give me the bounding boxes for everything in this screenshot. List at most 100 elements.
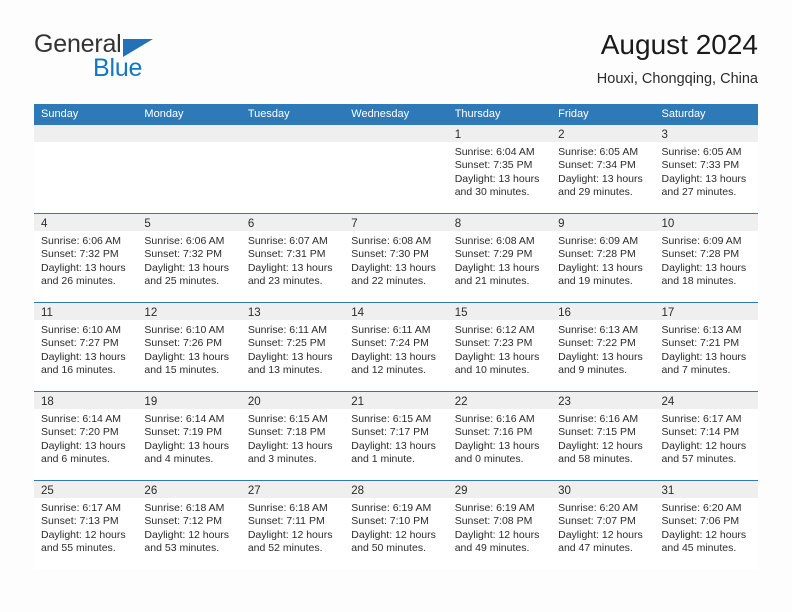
day-detail-line: Sunrise: 6:10 AM	[144, 324, 225, 336]
day-number-band	[34, 125, 138, 142]
day-cell[interactable]: 12 Sunrise: 6:10 AM Sunset: 7:26 PM Dayligh…	[137, 303, 241, 391]
day-cell[interactable]: 16 Sunrise: 6:13 AM Sunset: 7:22 PM Dayligh…	[551, 303, 655, 391]
day-detail-line: Sunset: 7:29 PM	[454, 248, 533, 261]
day-cell[interactable]: 31 Sunrise: 6:20 AM Sunset: 7:06 PM Dayligh…	[654, 481, 758, 569]
day-cell[interactable]: 5 Sunrise: 6:06 AM Sunset: 7:32 PM Daylight…	[137, 214, 241, 302]
day-cell[interactable]: 22 Sunrise: 6:16 AM Sunset: 7:16 PM Dayligh…	[447, 392, 552, 480]
day-details: Sunrise: 6:06 AM Sunset: 7:32 PM Daylight:…	[137, 231, 240, 289]
day-cell[interactable]: 13 Sunrise: 6:11 AM Sunset: 7:25 PM Dayligh…	[240, 303, 345, 391]
day-cell[interactable]: 6 Sunrise: 6:07 AM Sunset: 7:31 PM Daylight…	[240, 214, 345, 302]
day-cell[interactable]: 23 Sunrise: 6:16 AM Sunset: 7:15 PM Dayligh…	[551, 392, 655, 480]
page-title: August 2024	[600, 29, 758, 60]
day-detail-line: and 22 minutes.	[351, 275, 426, 288]
day-detail-line: Sunset: 7:31 PM	[247, 248, 326, 261]
day-number: 15	[454, 307, 468, 319]
day-detail-line: Sunrise: 6:15 AM	[247, 413, 328, 425]
logo-text-blue: Blue	[93, 54, 143, 82]
general-blue-logo[interactable]: General Blue	[34, 28, 254, 88]
day-number-band: 17	[654, 303, 758, 320]
day-cell[interactable]: 20 Sunrise: 6:15 AM Sunset: 7:18 PM Dayligh…	[240, 392, 345, 480]
day-detail-line: Daylight: 13 hours	[454, 439, 540, 452]
weekday-header-thursday: Thursday	[454, 108, 501, 120]
day-cell[interactable]: 21 Sunrise: 6:15 AM Sunset: 7:17 PM Dayligh…	[344, 392, 448, 480]
day-details: Sunrise: 6:11 AM Sunset: 7:24 PM Daylight:…	[344, 320, 447, 378]
day-details: Sunrise: 6:09 AM Sunset: 7:28 PM Daylight:…	[551, 231, 654, 289]
day-detail-line: and 12 minutes.	[351, 364, 426, 377]
day-number: 10	[661, 218, 675, 230]
day-cell[interactable]: 8 Sunrise: 6:08 AM Sunset: 7:29 PM Daylight…	[447, 214, 552, 302]
day-cell[interactable]: 1 Sunrise: 6:04 AM Sunset: 7:35 PM Daylight…	[447, 125, 552, 213]
day-detail-line: Daylight: 13 hours	[454, 350, 540, 363]
day-number: 16	[558, 307, 571, 319]
day-cell[interactable]: 2 Sunrise: 6:05 AM Sunset: 7:34 PM Daylight…	[551, 125, 655, 213]
day-cell[interactable]: 26 Sunrise: 6:18 AM Sunset: 7:12 PM Dayligh…	[137, 481, 241, 569]
day-detail-line: Daylight: 13 hours	[247, 439, 333, 452]
day-number-band: 24	[654, 392, 758, 409]
day-cell[interactable]: 24 Sunrise: 6:17 AM Sunset: 7:14 PM Dayligh…	[654, 392, 758, 480]
day-details: Sunrise: 6:04 AM Sunset: 7:35 PM Daylight:…	[448, 142, 551, 200]
day-details: Sunrise: 6:20 AM Sunset: 7:06 PM Daylight:…	[655, 498, 758, 556]
day-cell-empty	[240, 125, 345, 213]
day-detail-line: and 25 minutes.	[144, 275, 220, 288]
day-cell[interactable]: 19 Sunrise: 6:14 AM Sunset: 7:19 PM Dayligh…	[137, 392, 241, 480]
day-detail-line: Sunrise: 6:12 AM	[454, 324, 535, 336]
day-number-band: 30	[551, 481, 655, 498]
day-cell[interactable]: 7 Sunrise: 6:08 AM Sunset: 7:30 PM Daylight…	[344, 214, 448, 302]
day-detail-line: Sunrise: 6:08 AM	[351, 235, 432, 247]
day-detail-line: Daylight: 13 hours	[247, 350, 333, 363]
day-details: Sunrise: 6:08 AM Sunset: 7:29 PM Daylight:…	[448, 231, 551, 289]
day-details: Sunrise: 6:17 AM Sunset: 7:14 PM Daylight:…	[655, 409, 758, 467]
day-cell[interactable]: 29 Sunrise: 6:19 AM Sunset: 7:08 PM Dayligh…	[447, 481, 552, 569]
day-detail-line: Sunrise: 6:18 AM	[144, 502, 225, 514]
day-detail-line: and 4 minutes.	[144, 453, 214, 466]
day-cell[interactable]: 15 Sunrise: 6:12 AM Sunset: 7:23 PM Dayligh…	[447, 303, 552, 391]
day-number: 18	[41, 396, 54, 408]
day-detail-line: Daylight: 12 hours	[144, 528, 230, 541]
day-cell[interactable]: 17 Sunrise: 6:13 AM Sunset: 7:21 PM Dayligh…	[654, 303, 758, 391]
day-detail-line: Daylight: 13 hours	[661, 172, 747, 185]
day-cell-empty	[344, 125, 448, 213]
day-cell[interactable]: 28 Sunrise: 6:19 AM Sunset: 7:10 PM Dayligh…	[344, 481, 448, 569]
day-detail-line: Daylight: 13 hours	[558, 172, 643, 185]
day-detail-line: Sunrise: 6:09 AM	[661, 235, 742, 247]
day-number: 3	[661, 129, 668, 141]
day-detail-line: Sunrise: 6:06 AM	[41, 235, 121, 247]
day-detail-line: Sunset: 7:15 PM	[558, 426, 636, 439]
day-number: 12	[144, 307, 158, 319]
day-number-band: 20	[240, 392, 345, 409]
week-row: 4 Sunrise: 6:06 AM Sunset: 7:32 PM Daylight…	[34, 213, 758, 302]
day-number-band: 13	[240, 303, 345, 320]
day-detail-line: Sunset: 7:24 PM	[351, 337, 429, 350]
day-detail-line: and 15 minutes.	[144, 364, 220, 377]
day-cell[interactable]: 14 Sunrise: 6:11 AM Sunset: 7:24 PM Dayligh…	[344, 303, 448, 391]
day-detail-line: Sunset: 7:30 PM	[351, 248, 429, 261]
day-cell[interactable]: 27 Sunrise: 6:18 AM Sunset: 7:11 PM Dayligh…	[240, 481, 345, 569]
day-number-band: 3	[654, 125, 758, 142]
day-details: Sunrise: 6:13 AM Sunset: 7:22 PM Daylight:…	[551, 320, 654, 378]
day-detail-line: and 45 minutes.	[661, 542, 737, 555]
day-detail-line: Sunset: 7:25 PM	[247, 337, 326, 350]
day-details: Sunrise: 6:05 AM Sunset: 7:34 PM Daylight:…	[551, 142, 654, 200]
day-number-band: 7	[344, 214, 448, 231]
day-detail-line: and 19 minutes.	[558, 275, 633, 288]
day-details: Sunrise: 6:14 AM Sunset: 7:20 PM Daylight:…	[34, 409, 137, 467]
day-detail-line: Sunrise: 6:11 AM	[247, 324, 328, 336]
day-number: 7	[351, 218, 358, 230]
day-cell[interactable]: 25 Sunrise: 6:17 AM Sunset: 7:13 PM Dayligh…	[34, 481, 138, 569]
day-detail-line: and 9 minutes.	[558, 364, 627, 377]
day-number-band: 10	[654, 214, 758, 231]
day-number-band: 15	[447, 303, 552, 320]
day-cell[interactable]: 30 Sunrise: 6:20 AM Sunset: 7:07 PM Dayligh…	[551, 481, 655, 569]
day-number-band: 25	[34, 481, 138, 498]
day-cell[interactable]: 9 Sunrise: 6:09 AM Sunset: 7:28 PM Daylight…	[551, 214, 655, 302]
day-cell[interactable]: 11 Sunrise: 6:10 AM Sunset: 7:27 PM Dayligh…	[34, 303, 138, 391]
day-detail-line: Sunset: 7:34 PM	[558, 159, 636, 172]
day-detail-line: and 0 minutes.	[454, 453, 524, 466]
day-number-band: 8	[447, 214, 552, 231]
day-cell[interactable]: 10 Sunrise: 6:09 AM Sunset: 7:28 PM Dayligh…	[654, 214, 758, 302]
day-cell[interactable]: 18 Sunrise: 6:14 AM Sunset: 7:20 PM Dayligh…	[34, 392, 138, 480]
day-detail-line: Sunrise: 6:07 AM	[247, 235, 328, 247]
day-cell[interactable]: 3 Sunrise: 6:05 AM Sunset: 7:33 PM Daylight…	[654, 125, 758, 213]
day-detail-line: Sunset: 7:26 PM	[144, 337, 223, 350]
day-cell[interactable]: 4 Sunrise: 6:06 AM Sunset: 7:32 PM Daylight…	[34, 214, 138, 302]
